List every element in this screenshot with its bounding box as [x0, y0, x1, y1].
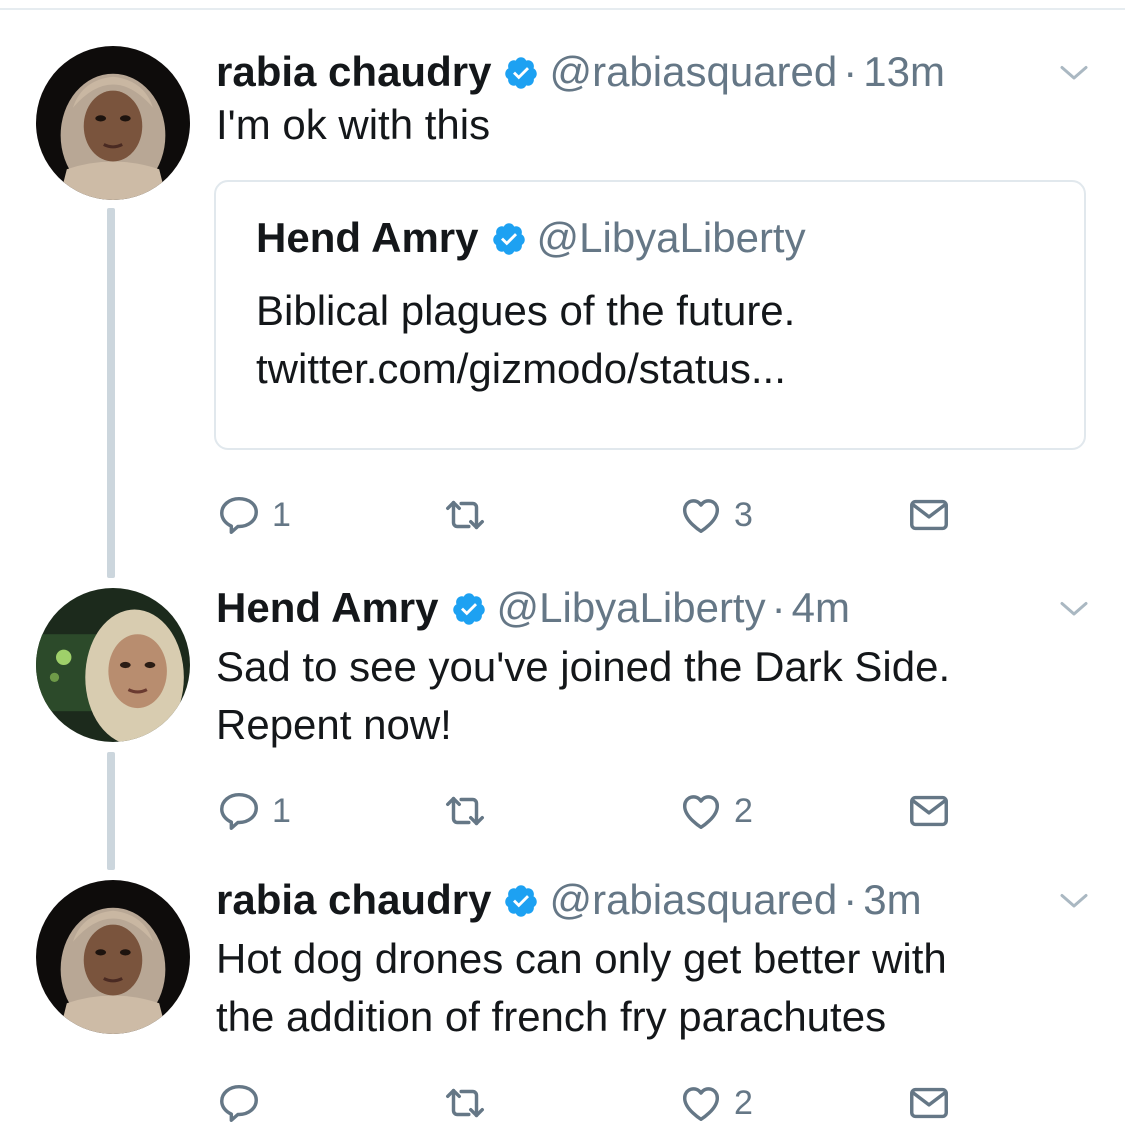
- quoted-author-handle: @LibyaLiberty: [536, 214, 806, 261]
- thread-line: [107, 752, 115, 870]
- top-divider: [0, 8, 1125, 10]
- tweet-actions: 2: [216, 1078, 1096, 1128]
- verified-badge-icon: [491, 221, 527, 257]
- like-count: 2: [734, 791, 753, 830]
- direct-message-button[interactable]: [906, 786, 952, 836]
- verified-badge-icon: [451, 591, 487, 627]
- tweet-actions: 1 2: [216, 786, 1096, 836]
- author-name[interactable]: rabia chaudry: [216, 48, 491, 95]
- retweet-button[interactable]: [442, 786, 498, 836]
- quoted-tweet-header: Hend Amry @LibyaLiberty: [256, 210, 806, 266]
- like-button[interactable]: 2: [678, 786, 753, 836]
- reply-count: 1: [272, 791, 291, 830]
- envelope-icon: [906, 492, 952, 538]
- timestamp[interactable]: 4m: [792, 584, 850, 631]
- tweet-text: Sad to see you've joined the Dark Side. …: [216, 638, 1096, 754]
- reply-icon: [216, 788, 262, 834]
- separator-dot: ·: [771, 584, 786, 631]
- reply-button[interactable]: 1: [216, 490, 291, 540]
- author-handle[interactable]: @LibyaLiberty: [497, 584, 766, 631]
- separator-dot: ·: [843, 48, 858, 95]
- direct-message-button[interactable]: [906, 490, 952, 540]
- timestamp[interactable]: 13m: [863, 48, 945, 95]
- like-button[interactable]: 3: [678, 490, 753, 540]
- quoted-tweet-text: Biblical plagues of the future. twitter.…: [256, 282, 1056, 398]
- avatar-image: [36, 46, 190, 200]
- tweet-header: rabia chaudry @rabiasquared · 3m: [216, 872, 922, 928]
- author-name[interactable]: rabia chaudry: [216, 876, 491, 923]
- envelope-icon: [906, 1080, 952, 1126]
- direct-message-button[interactable]: [906, 1078, 952, 1128]
- avatar[interactable]: [36, 588, 190, 742]
- quoted-tweet[interactable]: Hend Amry @LibyaLiberty Biblical plagues …: [214, 180, 1086, 450]
- tweet-header: Hend Amry @LibyaLiberty · 4m: [216, 580, 850, 636]
- quoted-link[interactable]: twitter.com/gizmodo/status...: [256, 340, 1056, 398]
- heart-icon: [678, 1080, 724, 1126]
- quoted-author-name: Hend Amry: [256, 214, 479, 261]
- separator-dot: ·: [843, 876, 858, 923]
- tweet-header: rabia chaudry @rabiasquared · 13m: [216, 44, 945, 100]
- retweet-icon: [442, 788, 488, 834]
- author-handle[interactable]: @rabiasquared: [549, 48, 837, 95]
- chevron-down-icon[interactable]: [1056, 590, 1092, 626]
- thread-line: [107, 208, 115, 578]
- like-button[interactable]: 2: [678, 1078, 753, 1128]
- chevron-down-icon[interactable]: [1056, 882, 1092, 918]
- reply-icon: [216, 492, 262, 538]
- tweet-actions: 1 3: [216, 490, 1096, 540]
- tweet-text: I'm ok with this: [216, 101, 491, 148]
- like-count: 2: [734, 1083, 753, 1122]
- verified-badge-icon: [503, 883, 539, 919]
- retweet-button[interactable]: [442, 490, 498, 540]
- like-count: 3: [734, 495, 753, 534]
- retweet-icon: [442, 1080, 488, 1126]
- avatar-image: [36, 588, 190, 742]
- envelope-icon: [906, 788, 952, 834]
- tweet-text: Hot dog drones can only get better with …: [216, 930, 1096, 1046]
- heart-icon: [678, 788, 724, 834]
- reply-button[interactable]: 1: [216, 786, 291, 836]
- avatar[interactable]: [36, 46, 190, 200]
- retweet-button[interactable]: [442, 1078, 498, 1128]
- avatar[interactable]: [36, 880, 190, 1034]
- quoted-text-line: Biblical plagues of the future.: [256, 287, 796, 334]
- tweet-text-line: Hot dog drones can only get better with: [216, 935, 947, 982]
- avatar-image: [36, 880, 190, 1034]
- reply-icon: [216, 1080, 262, 1126]
- author-handle[interactable]: @rabiasquared: [549, 876, 837, 923]
- author-name[interactable]: Hend Amry: [216, 584, 439, 631]
- reply-button[interactable]: [216, 1078, 272, 1128]
- chevron-down-icon[interactable]: [1056, 54, 1092, 90]
- tweet-text-line: the addition of french fry parachutes: [216, 993, 887, 1040]
- retweet-icon: [442, 492, 488, 538]
- reply-count: 1: [272, 495, 291, 534]
- tweet-text-line: Sad to see you've joined the Dark Side.: [216, 643, 951, 690]
- tweet-text-line: Repent now!: [216, 701, 452, 748]
- heart-icon: [678, 492, 724, 538]
- verified-badge-icon: [503, 55, 539, 91]
- timestamp[interactable]: 3m: [863, 876, 921, 923]
